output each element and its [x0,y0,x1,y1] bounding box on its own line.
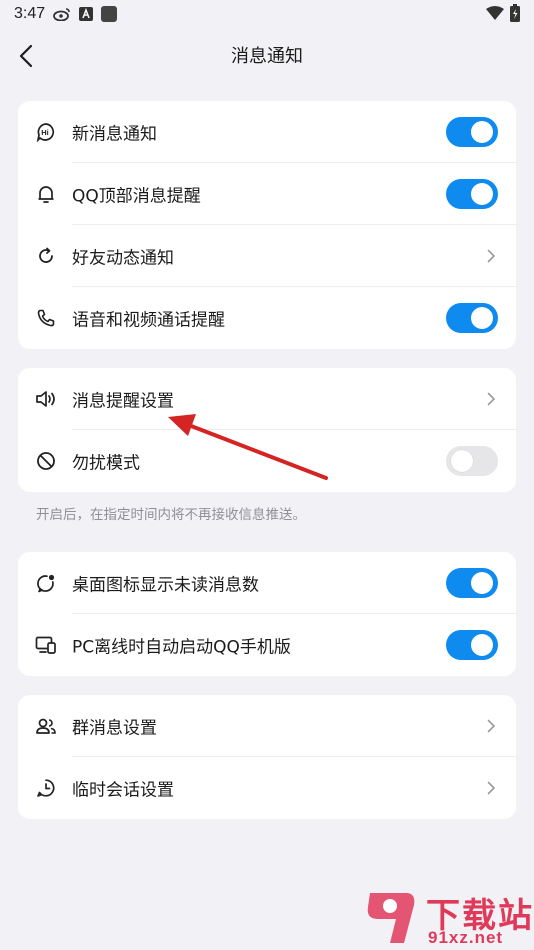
do-not-disturb-icon [35,450,57,472]
unread-badge-toggle[interactable] [446,568,498,598]
settings-row-group-messages[interactable]: 群消息设置 [18,695,516,757]
group-icon [35,715,57,737]
wifi-icon [486,6,504,24]
settings-row-label: 临时会话设置 [72,780,174,801]
chevron-right-icon [484,249,498,263]
settings-row-label: 消息提醒设置 [72,391,174,412]
speaker-icon [35,388,57,410]
settings-row-label: 群消息设置 [72,718,157,739]
status-bar: 3:47 [0,0,534,28]
settings-row-label: 新消息通知 [72,124,157,145]
settings-row-label: 好友动态通知 [72,248,174,269]
settings-row-label: QQ顶部消息提醒 [72,186,201,207]
bell-icon [35,183,57,205]
badge-settings-card: 桌面图标显示未读消息数 PC离线时自动启动QQ手机版 [18,552,516,676]
pc-offline-toggle[interactable] [446,630,498,660]
app-a-icon [79,7,94,21]
notification-square-icon [101,6,118,22]
settings-row-unread-badge[interactable]: 桌面图标显示未读消息数 [18,552,516,614]
pc-phone-icon [35,634,57,656]
notification-settings-card: Hi 新消息通知 QQ顶部消息提醒 好友动态通知 语音和视频通话提醒 [18,101,516,349]
weibo-icon [53,7,71,21]
settings-row-label: 语音和视频通话提醒 [72,310,225,331]
do-not-disturb-hint: 开启后，在指定时间内将不再接收信息推送。 [36,507,306,523]
clock-icon [35,777,57,799]
hi-bubble-icon: Hi [35,121,57,143]
new-message-toggle[interactable] [446,117,498,147]
refresh-icon [35,245,57,267]
reminder-settings-card: 消息提醒设置 勿扰模式 [18,368,516,492]
page-title: 消息通知 [231,46,303,67]
watermark-emblem-icon [367,893,415,943]
nav-bar: 消息通知 [0,28,534,84]
settings-row-temp-chat[interactable]: 临时会话设置 [18,757,516,819]
settings-row-label: 桌面图标显示未读消息数 [72,575,259,596]
svg-text:Hi: Hi [41,128,49,137]
phone-icon [35,307,57,329]
top-reminder-toggle[interactable] [446,179,498,209]
settings-row-label: 勿扰模式 [72,453,140,474]
settings-row-friend-updates[interactable]: 好友动态通知 [18,225,516,287]
chevron-right-icon [484,719,498,733]
settings-row-new-message[interactable]: Hi 新消息通知 [18,101,516,163]
settings-row-pc-offline[interactable]: PC离线时自动启动QQ手机版 [18,614,516,676]
do-not-disturb-toggle[interactable] [446,446,498,476]
chevron-right-icon [484,781,498,795]
settings-row-reminder-settings[interactable]: 消息提醒设置 [18,368,516,430]
badge-bubble-icon [35,572,57,594]
watermark-url: 91xz.net [428,928,504,947]
status-time: 3:47 [14,5,46,22]
settings-row-do-not-disturb[interactable]: 勿扰模式 [18,430,516,492]
battery-icon [510,4,520,26]
settings-row-top-reminder[interactable]: QQ顶部消息提醒 [18,163,516,225]
settings-row-label: PC离线时自动启动QQ手机版 [72,637,291,658]
call-reminder-toggle[interactable] [446,303,498,333]
chevron-right-icon [484,392,498,406]
settings-row-call-reminder[interactable]: 语音和视频通话提醒 [18,287,516,349]
chat-settings-card: 群消息设置 临时会话设置 [18,695,516,819]
watermark-logo: 下载站 91xz.net [360,884,532,950]
